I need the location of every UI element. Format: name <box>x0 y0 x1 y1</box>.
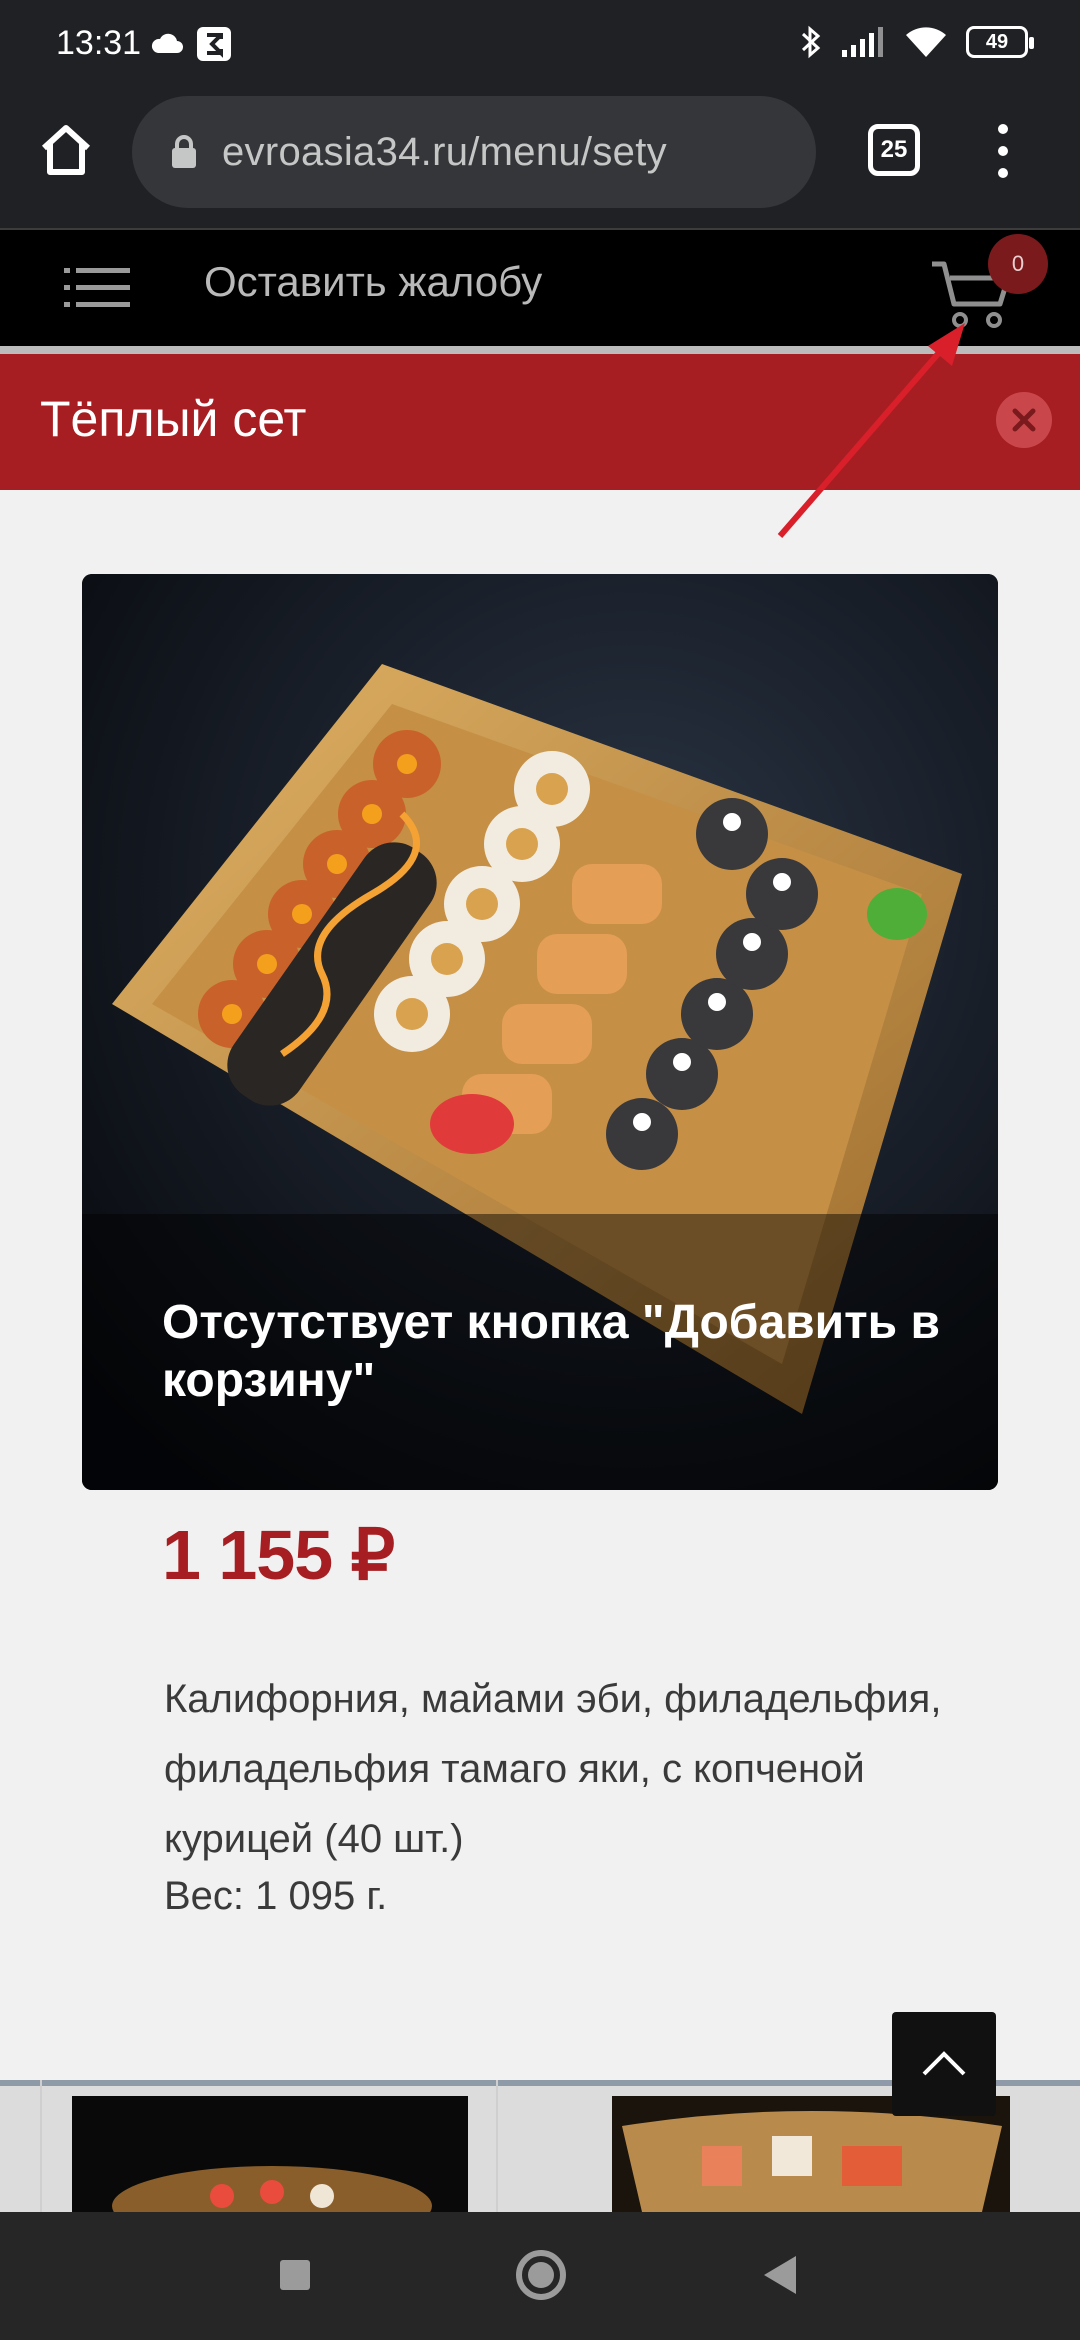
tab-switcher-button[interactable]: 25 <box>868 124 920 176</box>
product-price: 1 155 ₽ <box>162 1516 395 1594</box>
annotation-arrow <box>777 323 965 538</box>
home-button[interactable] <box>516 2250 566 2300</box>
product-modal: Тёплый сет Отсутствует кнопка "Добавить … <box>0 354 1080 2080</box>
back-button[interactable] <box>764 2256 796 2294</box>
wifi-icon <box>906 27 946 57</box>
modal-title: Тёплый сет <box>40 391 307 447</box>
product-weight: Вес: 1 095 г. <box>164 1874 388 1918</box>
cart-count-badge: 0 <box>988 234 1048 294</box>
battery-level: 49 <box>985 30 1009 53</box>
bluetooth-icon <box>801 25 821 59</box>
cloud-icon <box>151 33 183 53</box>
chevron-up-icon <box>922 2051 966 2076</box>
status-bar: 13:31 49 <box>0 0 1080 92</box>
hamburger-menu-icon[interactable] <box>64 266 130 310</box>
product-image: Отсутствует кнопка "Добавить в корзину" <box>82 574 998 1490</box>
recent-apps-button[interactable] <box>280 2260 310 2290</box>
image-caption: Отсутствует кнопка "Добавить в корзину" <box>162 1296 941 1407</box>
scroll-to-top-button[interactable] <box>892 2012 996 2116</box>
close-button[interactable] <box>996 392 1052 448</box>
status-time: 13:31 <box>56 24 142 62</box>
browser-menu-icon[interactable] <box>988 124 1018 178</box>
product-thumbnail[interactable] <box>72 2096 468 2212</box>
home-icon[interactable] <box>36 120 96 180</box>
product-description: Калифорния, майами эби, филадельфия, фил… <box>164 1677 942 1861</box>
url-text[interactable]: evroasia34.ru/menu/sety <box>222 130 667 175</box>
battery-icon: 49 <box>966 26 1034 58</box>
sigma-app-icon <box>197 27 231 61</box>
signal-icon <box>842 27 883 57</box>
close-icon <box>1012 408 1036 432</box>
lock-icon <box>172 135 196 168</box>
complaint-link[interactable]: Оставить жалобу <box>204 258 542 306</box>
